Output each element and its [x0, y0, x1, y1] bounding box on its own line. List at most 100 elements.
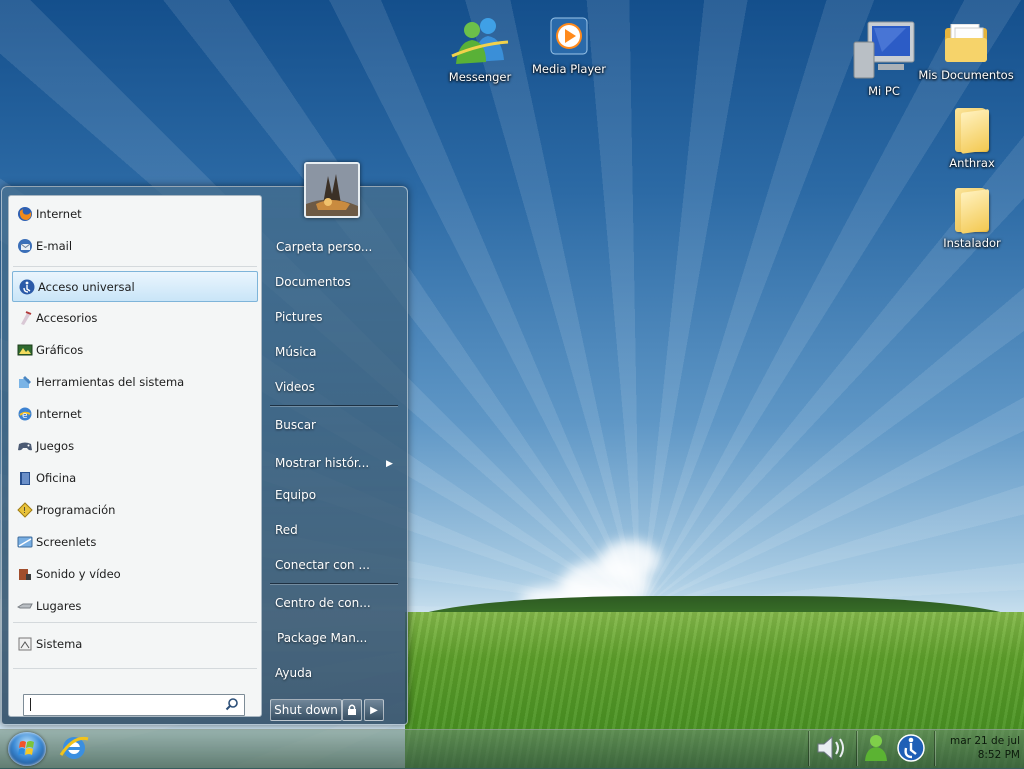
accessories-icon	[17, 310, 33, 326]
screenlets-icon	[17, 534, 33, 550]
program-item-sonido-video[interactable]: Sonido y vídeo	[11, 560, 257, 588]
places-icon	[17, 598, 33, 614]
svg-text:e: e	[22, 411, 28, 421]
right-item-equipo[interactable]: Equipo	[275, 488, 316, 502]
pinned-separator	[13, 266, 257, 267]
right-item-package-manager[interactable]: Package Man...	[277, 631, 367, 645]
folder-icon	[955, 188, 989, 234]
right-item-conectar-con[interactable]: Conectar con ...	[275, 558, 370, 572]
program-item-lugares[interactable]: Lugares	[11, 592, 257, 620]
accessibility-tray-button[interactable]	[896, 733, 926, 763]
program-item-juegos[interactable]: Juegos	[11, 432, 257, 460]
power-options-arrow-button[interactable]: ▶	[364, 699, 384, 721]
program-item-screenlets[interactable]: Screenlets	[11, 528, 257, 556]
program-item-label: Oficina	[36, 471, 77, 485]
program-item-sistema[interactable]: Sistema	[11, 630, 257, 658]
system-tools-icon	[17, 374, 33, 390]
start-search-input[interactable]	[23, 694, 245, 716]
search-icon[interactable]	[225, 697, 239, 711]
graphics-icon	[17, 342, 33, 358]
right-item-videos[interactable]: Videos	[275, 380, 315, 394]
program-item-graficos[interactable]: Gráficos	[11, 336, 257, 364]
right-item-red[interactable]: Red	[275, 523, 298, 537]
programs-separator	[13, 622, 257, 623]
lock-icon	[348, 704, 356, 715]
program-item-oficina[interactable]: Oficina	[11, 464, 257, 492]
program-item-herramientas[interactable]: Herramientas del sistema	[11, 368, 257, 396]
program-item-label: Sistema	[36, 637, 83, 651]
computer-icon	[852, 20, 916, 80]
program-item-acceso-universal[interactable]: Acceso universal	[12, 271, 258, 302]
user-avatar[interactable]	[304, 162, 360, 218]
program-item-label: Juegos	[36, 439, 75, 453]
program-item-label: Accesorios	[36, 311, 98, 325]
wallpaper-cloud	[600, 540, 660, 580]
quicklaunch-internet-explorer[interactable]	[58, 733, 90, 763]
gamepad-icon	[17, 438, 33, 454]
right-item-carpeta-personal[interactable]: Carpeta perso...	[276, 240, 372, 254]
taskbar-clock[interactable]: mar 21 de jul 8:52 PM	[948, 734, 1020, 762]
clock-time: 8:52 PM	[977, 749, 1020, 761]
desktop-icon-label: Anthrax	[949, 156, 995, 170]
lock-button[interactable]	[342, 699, 362, 721]
right-item-buscar[interactable]: Buscar	[275, 418, 316, 432]
accessibility-icon	[897, 734, 925, 762]
submenu-arrow-icon: ▶	[386, 459, 393, 469]
program-item-label: Internet	[36, 407, 82, 421]
desktop-icon-mis-documentos[interactable]: Mis Documentos	[918, 23, 1014, 82]
volume-tray-button[interactable]	[814, 733, 850, 763]
program-item-label: Sonido y vídeo	[36, 567, 121, 581]
system-icon	[17, 636, 33, 652]
program-item-programacion[interactable]: ! Programación	[11, 496, 257, 524]
media-player-icon	[547, 16, 591, 58]
right-item-documentos[interactable]: Documentos	[275, 275, 351, 289]
desktop-icon-label: Instalador	[943, 236, 1001, 250]
desktop-icon-messenger[interactable]: Messenger	[432, 16, 528, 84]
messenger-tray-button[interactable]	[862, 733, 890, 763]
windows-logo-icon	[18, 741, 34, 755]
thunderbird-icon	[17, 238, 33, 254]
sound-video-icon	[17, 566, 33, 582]
right-item-ayuda[interactable]: Ayuda	[275, 666, 312, 680]
start-menu: Internet E-mail Acceso universal Accesor…	[1, 162, 408, 725]
desktop-icon-label: Media Player	[532, 62, 606, 76]
internet-explorer-icon	[59, 736, 89, 759]
documents-folder-icon	[943, 23, 989, 64]
desktop-icon-instalador[interactable]: Instalador	[924, 188, 1020, 250]
folder-icon	[955, 108, 989, 154]
right-item-musica[interactable]: Música	[275, 345, 317, 359]
desktop-icon-label: Mi PC	[868, 84, 900, 98]
messenger-status-icon	[865, 735, 887, 761]
volume-icon	[817, 735, 844, 761]
program-item-label: Screenlets	[36, 535, 97, 549]
program-item-label: Herramientas del sistema	[36, 375, 185, 389]
right-item-pictures[interactable]: Pictures	[275, 310, 323, 324]
shutdown-button[interactable]: Shut down	[270, 699, 342, 721]
tray-separator	[934, 731, 935, 766]
desktop-icon-media-player[interactable]: Media Player	[521, 16, 617, 76]
clock-date: mar 21 de jul	[950, 735, 1020, 747]
chevron-right-icon: ▶	[370, 704, 378, 716]
right-column-separator	[270, 405, 398, 406]
office-icon	[17, 470, 33, 486]
tray-separator	[808, 731, 809, 766]
desktop-icon-anthrax[interactable]: Anthrax	[924, 108, 1020, 170]
text-caret	[30, 698, 31, 711]
search-separator	[13, 668, 257, 669]
pinned-item-email[interactable]: E-mail	[11, 232, 257, 260]
firefox-icon	[17, 206, 33, 222]
right-item-mostrar-historial[interactable]: Mostrar histór...	[275, 456, 369, 470]
program-item-label: Acceso universal	[38, 279, 135, 294]
program-item-label: Lugares	[36, 599, 82, 613]
program-item-accesorios[interactable]: Accesorios	[11, 304, 257, 332]
desktop-icon-label: Messenger	[448, 70, 512, 84]
pinned-item-internet[interactable]: Internet	[11, 200, 257, 228]
start-button[interactable]	[8, 732, 46, 766]
svg-text:!: !	[23, 506, 26, 515]
messenger-icon	[450, 16, 510, 66]
internet-icon: e	[17, 406, 33, 422]
right-item-centro-de-control[interactable]: Centro de con...	[275, 596, 371, 610]
pinned-item-label: Internet	[36, 207, 82, 221]
program-item-internet[interactable]: e Internet	[11, 400, 257, 428]
right-column-separator	[270, 583, 398, 584]
